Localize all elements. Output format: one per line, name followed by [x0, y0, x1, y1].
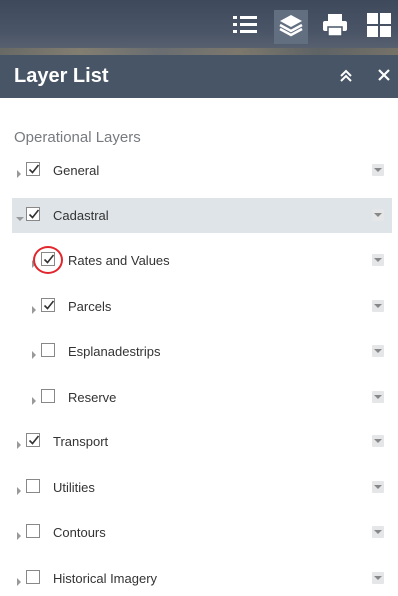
print-tool-button[interactable]: [318, 10, 352, 44]
layer-label: Contours: [53, 525, 106, 540]
layer-label: Esplanadestrips: [68, 344, 161, 359]
layer-menu-button[interactable]: [372, 391, 384, 403]
print-icon: [322, 13, 348, 42]
caret-down-icon: [374, 258, 382, 262]
caret-right-icon[interactable]: [31, 392, 39, 405]
layer-row[interactable]: Reserve: [12, 380, 392, 415]
layer-checkbox[interactable]: [26, 433, 40, 447]
highlight-circle: [33, 246, 63, 274]
layer-row[interactable]: Cadastral: [12, 198, 392, 233]
layers-icon: [278, 12, 304, 43]
layer-row[interactable]: General: [12, 153, 392, 188]
caret-down-icon: [374, 576, 382, 580]
caret-down-icon: [374, 439, 382, 443]
layer-checkbox[interactable]: [41, 298, 55, 312]
layer-row[interactable]: Esplanadestrips: [12, 334, 392, 369]
layer-menu-button[interactable]: [372, 300, 384, 312]
layer-label: Transport: [53, 434, 109, 449]
caret-down-icon: [374, 168, 382, 172]
layer-row[interactable]: Historical Imagery: [12, 561, 392, 596]
caret-right-icon[interactable]: [16, 527, 24, 540]
layer-row[interactable]: Rates and Values: [12, 243, 392, 278]
map-strip: [0, 48, 398, 55]
layer-menu-button[interactable]: [372, 209, 384, 221]
layer-list-tool-button[interactable]: [228, 10, 262, 44]
layer-menu-button[interactable]: [372, 164, 384, 176]
caret-down-icon: [374, 530, 382, 534]
layer-label: General: [53, 163, 100, 178]
caret-right-icon[interactable]: [16, 165, 24, 178]
layer-row[interactable]: Utilities: [12, 470, 392, 505]
layer-checkbox[interactable]: [41, 343, 55, 357]
section-title: Operational Layers: [14, 129, 141, 146]
layer-label: Cadastral: [53, 208, 109, 223]
layer-menu-button[interactable]: [372, 345, 384, 357]
caret-down-icon: [374, 213, 382, 217]
caret-down-icon[interactable]: [16, 210, 24, 221]
layer-label: Rates and Values: [68, 253, 170, 268]
caret-down-icon: [374, 304, 382, 308]
layer-checkbox[interactable]: [26, 570, 40, 584]
layer-label: Utilities: [53, 480, 95, 495]
layer-menu-button[interactable]: [372, 526, 384, 538]
collapse-button[interactable]: [337, 68, 355, 86]
caret-right-icon[interactable]: [16, 436, 24, 449]
layer-menu-button[interactable]: [372, 481, 384, 493]
panel-title: Layer List: [14, 65, 109, 87]
layer-label: Historical Imagery: [53, 571, 158, 586]
layer-checkbox[interactable]: [26, 162, 40, 176]
caret-right-icon[interactable]: [16, 482, 24, 495]
layer-label: Parcels: [68, 299, 112, 314]
layer-row[interactable]: Contours: [12, 515, 392, 550]
top-toolbar: [0, 0, 398, 55]
layers-tool-button[interactable]: [274, 10, 308, 44]
layer-menu-button[interactable]: [372, 254, 384, 266]
layer-checkbox[interactable]: [26, 207, 40, 221]
caret-down-icon: [374, 395, 382, 399]
grid-icon: [366, 12, 392, 43]
layer-checkbox[interactable]: [41, 389, 55, 403]
layer-checkbox[interactable]: [26, 479, 40, 493]
close-icon: [378, 68, 390, 86]
layer-row[interactable]: Parcels: [12, 289, 392, 324]
layer-row[interactable]: Transport: [12, 424, 392, 459]
caret-right-icon[interactable]: [16, 573, 24, 586]
caret-right-icon[interactable]: [31, 346, 39, 359]
layer-checkbox[interactable]: [26, 524, 40, 538]
panel-header: Layer List: [0, 55, 398, 98]
double-chevron-up-icon: [339, 68, 353, 87]
caret-down-icon: [374, 349, 382, 353]
close-button[interactable]: [375, 68, 393, 86]
layer-label: Reserve: [68, 390, 117, 405]
caret-down-icon: [374, 485, 382, 489]
layer-menu-button[interactable]: [372, 435, 384, 447]
caret-right-icon[interactable]: [31, 301, 39, 314]
layer-menu-button[interactable]: [372, 572, 384, 584]
widgets-tool-button[interactable]: [362, 10, 396, 44]
list-icon: [232, 14, 258, 41]
